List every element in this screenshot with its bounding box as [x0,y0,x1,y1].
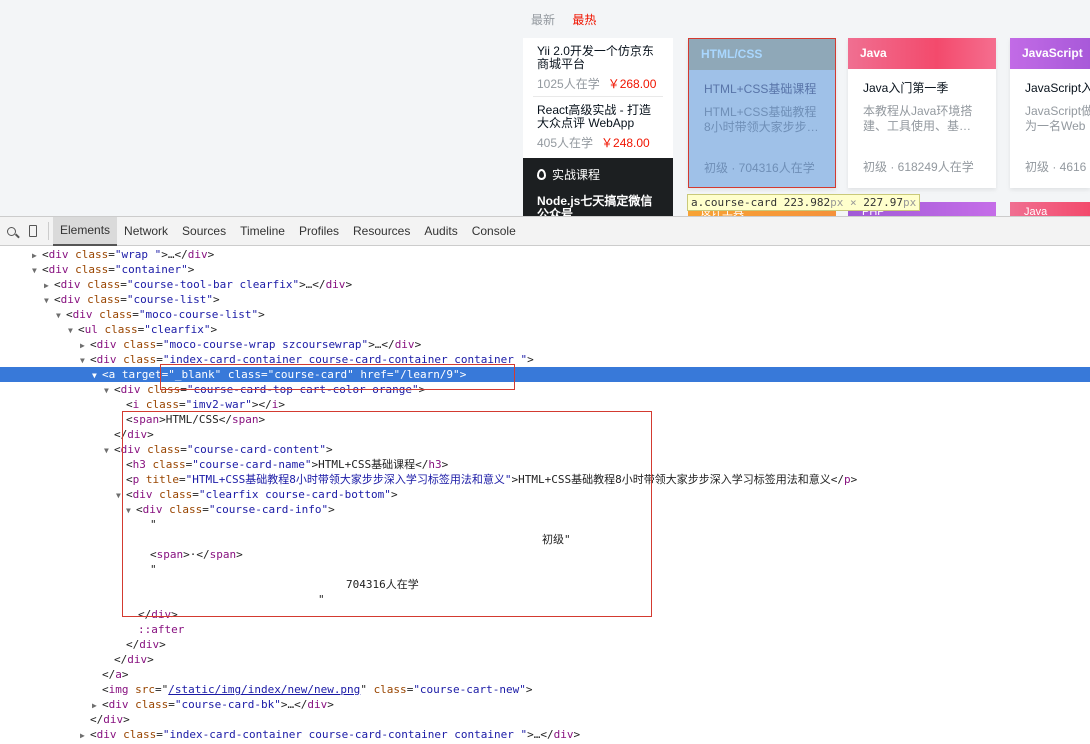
dom-text-node[interactable]: " [0,592,1090,607]
tab-audits[interactable]: Audits [417,217,464,246]
sort-tabs: 最新 最热 [531,11,610,28]
tooltip-width: 223.982 [783,196,831,209]
tooltip-unit: px [830,196,844,209]
dom-node[interactable]: <img src="/static/img/index/new/new.png"… [0,682,1090,697]
course-card-tag: JavaScript [1010,38,1090,69]
side-course-list: Yii 2.0开发一个仿京东商城平台 1025人在学 ￥268.00 React高… [523,38,673,216]
course-card-row2[interactable]: Java [1010,202,1090,216]
dom-node[interactable]: ▶ <div class="wrap ">…</div> [0,247,1090,262]
mobile-device-icon [29,225,37,237]
side-course-students: 1025人在学 [537,77,600,91]
tab-resources[interactable]: Resources [346,217,417,246]
dom-node[interactable]: <i class="imv2-war"></i> [0,397,1090,412]
side-course-title: React高级实战 - 打造大众点评 WebApp [537,104,652,130]
dom-text-node[interactable]: 704316人在学 [0,577,1090,592]
device-mode-button[interactable] [22,217,44,246]
side-course-students: 405人在学 [537,136,594,150]
dom-node[interactable]: </a> [0,667,1090,682]
dom-node[interactable]: </div> [0,712,1090,727]
dom-node[interactable]: ▼ <div class="course-card-top cart-color … [0,382,1090,397]
dom-text-node[interactable]: 初级" [0,532,1090,547]
tab-elements[interactable]: Elements [53,216,118,246]
dom-node[interactable]: ▼ <div class="clearfix course-card-bottom… [0,487,1090,502]
devtools-panel: Elements Network Sources Timeline Profil… [0,216,1090,744]
practical-course-title: Node.js七天搞定微信公众号 [537,194,653,217]
dom-node[interactable]: ▶ <div class="course-card-bk">…</div> [0,697,1090,712]
side-course-price: ￥268.00 [607,77,657,91]
tooltip-selector: a.course-card [691,196,778,209]
location-icon [537,169,546,180]
tab-sources[interactable]: Sources [175,217,233,246]
course-card-javascript[interactable]: JavaScript JavaScript入 JavaScript做为一名Web… [1010,38,1090,188]
side-course-item[interactable]: Yii 2.0开发一个仿京东商城平台 1025人在学 ￥268.00 [533,38,663,97]
element-size-tooltip: a.course-card 223.982px × 227.97px [687,194,921,211]
tooltip-height: 227.97 [863,196,903,209]
dom-node[interactable]: ▼ <div class="course-card-content"> [0,442,1090,457]
image-src-link[interactable]: /static/img/index/new/new.png [168,683,360,696]
course-card-name: JavaScript入 [1025,81,1090,95]
sort-tab-hottest[interactable]: 最热 [572,13,596,27]
tab-console[interactable]: Console [465,217,523,246]
dom-pseudo-element[interactable]: ::after [0,622,1090,637]
dom-node[interactable]: ▼ <div class="index-card-container course… [0,352,1090,367]
tooltip-times: × [849,196,857,209]
dom-node[interactable]: </div> [0,652,1090,667]
dom-node[interactable]: </div> [0,427,1090,442]
dom-node[interactable]: ▼ <div class="moco-course-list"> [0,307,1090,322]
course-card-html-css[interactable]: HTML/CSS HTML+CSS基础课程 HTML+CSS基础教程8小时带领大… [688,38,836,188]
course-card-desc: HTML+CSS基础教程8小时带领大家步步… [704,105,819,134]
dom-node-selected[interactable]: ▼ <a target="_blank" class="course-card" … [0,367,1090,382]
dom-node[interactable]: ▶ <div class="course-tool-bar clearfix">…… [0,277,1090,292]
dom-text-node[interactable]: " [0,517,1090,532]
dom-node[interactable]: <p title="HTML+CSS基础教程8小时带领大家步步深入学习标签用法和… [0,472,1090,487]
dom-node[interactable]: ▼ <div class="course-list"> [0,292,1090,307]
course-card-info: 初级 · 618249人在学 [863,160,974,174]
sort-tab-newest[interactable]: 最新 [531,13,555,27]
page-preview: 最新 最热 Yii 2.0开发一个仿京东商城平台 1025人在学 ￥268.00 … [0,0,1090,216]
side-course-item[interactable]: React高级实战 - 打造大众点评 WebApp 405人在学 ￥248.00 [523,97,673,156]
tooltip-unit: px [902,196,917,209]
side-course-title: Yii 2.0开发一个仿京东商城平台 [537,45,654,71]
dom-node[interactable]: </div> [0,637,1090,652]
dom-node[interactable]: <h3 class="course-card-name">HTML+CSS基础课… [0,457,1090,472]
practical-course-banner[interactable]: 实战课程 Node.js七天搞定微信公众号 [523,158,673,216]
dom-tree: ▶ <div class="wrap ">…</div> ▼ <div class=… [0,247,1090,742]
course-card-desc: 本教程从Java环境搭建、工具使用、基… [863,104,973,133]
dom-node[interactable]: ▶ <div class="index-card-container course… [0,727,1090,742]
dom-node[interactable]: </div> [0,607,1090,622]
side-course-price: ￥248.00 [601,136,650,150]
course-card-name: HTML+CSS基础课程 [704,82,817,96]
tab-timeline[interactable]: Timeline [233,217,292,246]
inspect-element-button[interactable] [0,217,22,246]
dom-node[interactable]: <span>·</span> [0,547,1090,562]
course-card-tag: HTML/CSS [689,39,835,70]
tab-profiles[interactable]: Profiles [292,217,346,246]
course-card-info: 初级 · 4616 [1025,160,1087,174]
dom-node[interactable]: ▼ <div class="container"> [0,262,1090,277]
dom-node[interactable]: ▶ <div class="moco-course-wrap szcoursewr… [0,337,1090,352]
course-card-tag: Java [1024,206,1048,216]
search-icon [6,226,16,236]
dom-node[interactable]: ▼ <div class="course-card-info"> [0,502,1090,517]
course-card-tag: Java [848,38,996,69]
dom-node[interactable]: <span>HTML/CSS</span> [0,412,1090,427]
course-card-info: 初级 · 704316人在学 [704,161,815,175]
course-card-java[interactable]: Java Java入门第一季 本教程从Java环境搭建、工具使用、基… 初级 ·… [848,38,996,188]
practical-course-header: 实战课程 [552,168,601,182]
course-card-desc: JavaScript做为一名Web工程师的 [1025,104,1090,133]
devtools-toolbar: Elements Network Sources Timeline Profil… [0,216,1090,246]
toolbar-divider [48,222,49,240]
course-card-name: Java入门第一季 [863,81,949,95]
tab-network[interactable]: Network [117,217,175,246]
dom-node[interactable]: ▼ <ul class="clearfix"> [0,322,1090,337]
dom-text-node[interactable]: " [0,562,1090,577]
